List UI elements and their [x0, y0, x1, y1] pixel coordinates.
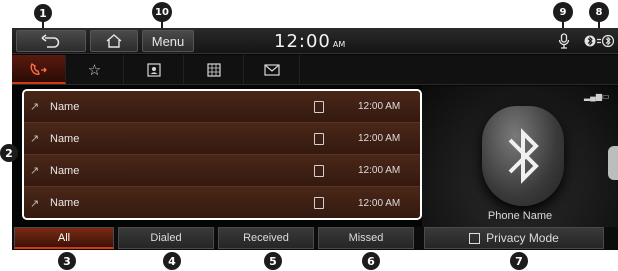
contact-name: Name: [50, 164, 80, 177]
call-time: 12:00 AM: [358, 165, 401, 176]
call-time: 12:00 AM: [358, 197, 401, 209]
clock-time: 12:00: [274, 31, 331, 52]
callout-4: 4: [163, 252, 181, 270]
signal-icon: ▂▄▆: [584, 92, 602, 101]
bluetooth-connection-button[interactable]: [582, 30, 616, 52]
privacy-checkbox[interactable]: [469, 232, 481, 244]
clock-ampm: AM: [332, 40, 346, 49]
all-label: All: [57, 231, 71, 244]
list-item[interactable]: ↗ Name 12:00 AM: [24, 123, 420, 155]
contacts-icon: [146, 62, 161, 77]
list-item[interactable]: ↗ Name 12:00 AM: [24, 91, 420, 123]
outgoing-call-icon: ↗: [30, 101, 40, 113]
mobile-phone-icon: [314, 164, 324, 177]
tab-messages[interactable]: [244, 55, 300, 84]
received-label: Received: [243, 232, 289, 244]
back-button[interactable]: [16, 30, 86, 52]
callout-3: 3: [58, 252, 76, 270]
callout-2: 2: [0, 144, 18, 162]
microphone-icon: [558, 33, 570, 49]
callout-9: 9: [553, 2, 573, 22]
contact-name: Name: [50, 132, 80, 145]
tab-bar: ☆: [12, 55, 618, 85]
outgoing-call-icon: ↗: [30, 133, 40, 145]
top-bar: Menu 12:00 AM: [12, 28, 618, 54]
outgoing-call-icon: ↗: [30, 197, 40, 210]
missed-label: Missed: [348, 232, 384, 244]
list-item[interactable]: ↗ Name 12:00 AM: [24, 155, 420, 187]
mobile-phone-icon: [314, 100, 324, 113]
message-icon: [263, 63, 280, 76]
back-arrow-icon: [41, 34, 60, 48]
voice-recognition-button[interactable]: [550, 30, 578, 52]
list-item[interactable]: ↗ Name 12:00 AM: [24, 187, 420, 218]
battery-icon: ▭: [602, 92, 610, 101]
filter-all-button[interactable]: All: [14, 227, 114, 249]
manual-figure: Menu 12:00 AM ☆ ↗ Name 12:00 AM ↗ Name 1…: [0, 0, 618, 271]
bluetooth-icon: [508, 128, 539, 184]
home-button[interactable]: [90, 30, 138, 52]
mobile-phone-icon: [314, 132, 324, 145]
filter-received-button[interactable]: Received: [218, 227, 314, 249]
tab-call-history[interactable]: [12, 55, 66, 84]
star-icon: ☆: [87, 61, 102, 79]
home-icon: [106, 34, 122, 48]
call-time: 12:00 AM: [358, 101, 401, 112]
call-history-list: ↗ Name 12:00 AM ↗ Name 12:00 AM ↗ Name 1…: [22, 89, 422, 220]
filter-bar: All Dialed Received Missed Privacy Mode: [12, 227, 618, 250]
callout-10: 10: [152, 2, 172, 22]
callout-6: 6: [362, 252, 380, 270]
mobile-phone-icon: [314, 197, 324, 209]
privacy-label: Privacy Mode: [486, 231, 559, 245]
privacy-mode-button[interactable]: Privacy Mode: [424, 227, 604, 249]
callout-5: 5: [264, 252, 282, 270]
keypad-icon: [206, 62, 221, 77]
call-time: 12:00 AM: [358, 133, 401, 144]
tab-contacts[interactable]: [124, 55, 184, 84]
phone-name: Phone Name: [487, 210, 553, 222]
callout-7: 7: [510, 252, 528, 270]
menu-label: Menu: [151, 33, 185, 49]
contact-name: Name: [50, 100, 80, 113]
tab-keypad[interactable]: [184, 55, 244, 84]
outgoing-call-icon: ↗: [30, 165, 40, 177]
menu-button[interactable]: Menu: [142, 30, 194, 52]
panel-handle[interactable]: [608, 146, 618, 180]
phone-screen: Menu 12:00 AM ☆ ↗ Name 12:00 AM ↗ Name 1…: [12, 28, 618, 250]
filter-dialed-button[interactable]: Dialed: [118, 227, 214, 249]
bluetooth-connection-icon: [584, 34, 614, 48]
clock: 12:00 AM: [274, 31, 345, 52]
dialed-label: Dialed: [150, 232, 182, 244]
contact-name: Name: [50, 197, 80, 209]
tab-favorites[interactable]: ☆: [66, 55, 124, 84]
call-history-icon: [30, 62, 47, 75]
filter-missed-button[interactable]: Missed: [318, 227, 414, 249]
callout-1: 1: [34, 4, 52, 22]
callout-8: 8: [589, 2, 609, 22]
device-panel: ▂▄▆ ▭ Phone Name: [422, 86, 618, 227]
bluetooth-badge: [482, 106, 564, 206]
